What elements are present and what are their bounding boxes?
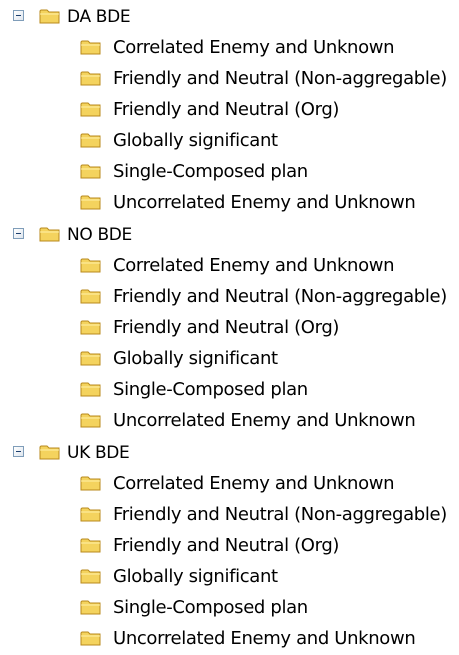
tree-child-node[interactable]: Single-Composed plan [0,374,459,405]
tree-child-node[interactable]: Single-Composed plan [0,156,459,187]
folder-icon [80,195,101,210]
tree-node-uk-bde[interactable]: UK BDE [0,436,459,468]
tree-group: UK BDE Correlated Enemy and Unknown Frie… [0,436,459,654]
tree-child-label: Uncorrelated Enemy and Unknown [113,410,416,431]
collapse-minus-icon[interactable] [13,228,24,239]
tree-child-node[interactable]: Globally significant [0,125,459,156]
folder-icon [80,102,101,117]
tree-child-label: Friendly and Neutral (Org) [113,99,340,120]
folder-icon [80,40,101,55]
tree-child-label: Friendly and Neutral (Org) [113,535,340,556]
tree-child-node[interactable]: Friendly and Neutral (Non-aggregable) [0,281,459,312]
tree-group: DA BDE Correlated Enemy and Unknown Frie… [0,0,459,218]
tree-child-label: Uncorrelated Enemy and Unknown [113,192,416,213]
folder-icon [80,476,101,491]
tree-child-node[interactable]: Correlated Enemy and Unknown [0,250,459,281]
tree-child-label: Single-Composed plan [113,597,308,618]
tree-child-node[interactable]: Friendly and Neutral (Org) [0,312,459,343]
folder-icon [80,258,101,273]
tree-child-label: Single-Composed plan [113,379,308,400]
tree-child-label: Uncorrelated Enemy and Unknown [113,628,416,649]
folder-icon [80,289,101,304]
folder-icon [80,413,101,428]
tree-child-label: Friendly and Neutral (Org) [113,317,340,338]
tree-child-node[interactable]: Friendly and Neutral (Org) [0,94,459,125]
folder-icon [80,351,101,366]
tree-node-label: DA BDE [67,7,131,27]
tree-child-label: Friendly and Neutral (Non-aggregable) [113,68,447,89]
folder-icon [39,227,60,242]
tree-node-label: UK BDE [67,443,130,463]
folder-icon [80,538,101,553]
tree-child-label: Single-Composed plan [113,161,308,182]
tree-view[interactable]: DA BDE Correlated Enemy and Unknown Frie… [0,0,459,655]
folder-icon [80,71,101,86]
tree-child-label: Globally significant [113,348,278,369]
collapse-minus-icon[interactable] [13,446,24,457]
folder-icon [80,164,101,179]
tree-child-node[interactable]: Uncorrelated Enemy and Unknown [0,623,459,654]
tree-child-node[interactable]: Friendly and Neutral (Non-aggregable) [0,63,459,94]
tree-child-label: Globally significant [113,566,278,587]
tree-child-label: Correlated Enemy and Unknown [113,473,395,494]
folder-icon [80,133,101,148]
tree-group: NO BDE Correlated Enemy and Unknown Frie… [0,218,459,436]
tree-node-no-bde[interactable]: NO BDE [0,218,459,250]
tree-child-node[interactable]: Friendly and Neutral (Org) [0,530,459,561]
tree-child-label: Globally significant [113,130,278,151]
tree-child-node[interactable]: Uncorrelated Enemy and Unknown [0,405,459,436]
folder-icon [80,382,101,397]
folder-icon [80,507,101,522]
folder-icon [39,9,60,24]
collapse-minus-icon[interactable] [13,10,24,21]
folder-icon [80,631,101,646]
tree-child-label: Friendly and Neutral (Non-aggregable) [113,504,447,525]
tree-child-node[interactable]: Correlated Enemy and Unknown [0,32,459,63]
tree-child-label: Friendly and Neutral (Non-aggregable) [113,286,447,307]
tree-child-node[interactable]: Friendly and Neutral (Non-aggregable) [0,499,459,530]
folder-icon [80,569,101,584]
tree-child-node[interactable]: Globally significant [0,343,459,374]
folder-icon [80,320,101,335]
tree-node-label: NO BDE [67,225,132,245]
tree-child-node[interactable]: Uncorrelated Enemy and Unknown [0,187,459,218]
folder-icon [39,445,60,460]
tree-child-node[interactable]: Correlated Enemy and Unknown [0,468,459,499]
tree-child-node[interactable]: Globally significant [0,561,459,592]
tree-node-da-bde[interactable]: DA BDE [0,0,459,32]
tree-child-node[interactable]: Single-Composed plan [0,592,459,623]
tree-child-label: Correlated Enemy and Unknown [113,37,395,58]
tree-child-label: Correlated Enemy and Unknown [113,255,395,276]
folder-icon [80,600,101,615]
